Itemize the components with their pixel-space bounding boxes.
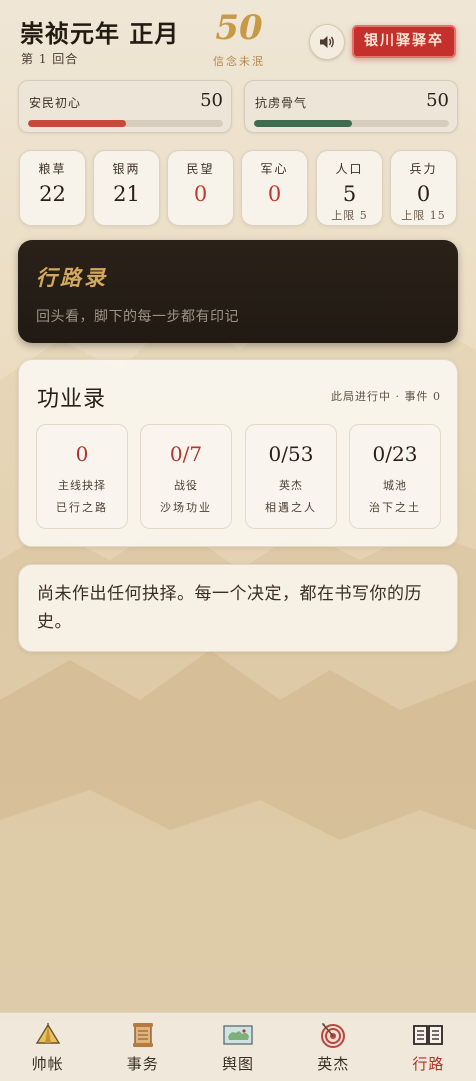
target-icon	[321, 1023, 346, 1048]
meter-resistance: 抗虏骨气 50	[244, 80, 458, 133]
stat-desc: 沙场功业	[160, 501, 212, 514]
meter-track	[28, 120, 223, 127]
meter-fill	[254, 120, 352, 127]
meter-fill	[28, 120, 126, 127]
resource-value: 0	[193, 182, 208, 206]
stat-battles: 0/7 战役 沙场功业	[140, 424, 232, 529]
sound-toggle-button[interactable]	[309, 24, 345, 60]
resource-silver: 银两 21	[93, 150, 160, 226]
resource-limit: 上限 15	[401, 209, 446, 222]
nav-item-command-tent[interactable]: 帅帐	[0, 1013, 95, 1081]
map-icon	[223, 1025, 253, 1045]
journey-header-card: 行路录 回头看，脚下的每一步都有印记	[18, 240, 458, 343]
stat-desc: 相遇之人	[265, 501, 317, 514]
bottom-nav: 帅帐 事务 舆图 英杰 行路	[0, 1012, 476, 1081]
identity-seal-button[interactable]: 银川驿驿卒	[352, 25, 456, 58]
resource-troops: 兵力 0 上限 15	[390, 150, 457, 226]
resource-value: 22	[39, 182, 66, 206]
score-caption: 信念未泯	[213, 55, 265, 68]
journey-subtitle: 回头看，脚下的每一步都有印记	[36, 309, 239, 325]
achievements-card: 功业录 此局进行中 · 事件 0 0 主线抉择 已行之路 0/7 战役 沙场功业…	[18, 359, 458, 547]
resource-limit: 上限 5	[331, 209, 368, 222]
achievements-title: 功业录	[37, 387, 107, 412]
resource-label: 兵力	[409, 162, 438, 176]
resource-popularity: 民望 0	[167, 150, 234, 226]
resource-label: 银两	[112, 162, 141, 176]
stat-value: 0/53	[268, 442, 314, 466]
meter-track	[254, 120, 449, 127]
empty-history-text: 尚未作出任何抉择。每一个决定，都在书写你的历史。	[37, 584, 422, 632]
nav-item-journey[interactable]: 行路	[381, 1013, 476, 1081]
meter-people: 安民初心 50	[18, 80, 232, 133]
resource-label: 粮草	[38, 162, 67, 176]
stat-name: 主线抉择	[58, 479, 106, 492]
resource-grain: 粮草 22	[19, 150, 86, 226]
meter-value: 50	[426, 90, 449, 111]
meter-label: 安民初心	[29, 96, 82, 110]
resource-label: 军心	[260, 162, 289, 176]
meter-label: 抗虏骨气	[255, 96, 308, 110]
nav-label: 行路	[412, 1055, 445, 1073]
nav-item-heroes[interactable]: 英杰	[286, 1013, 381, 1081]
resource-value: 0	[267, 182, 282, 206]
stat-main-choices: 0 主线抉择 已行之路	[36, 424, 128, 529]
resource-value: 0	[416, 182, 431, 206]
stat-desc: 已行之路	[56, 501, 108, 514]
book-icon	[413, 1025, 444, 1045]
game-status: 此局进行中 · 事件 0	[331, 390, 441, 403]
empty-history-card: 尚未作出任何抉择。每一个决定，都在书写你的历史。	[18, 564, 458, 652]
resource-population: 人口 5 上限 5	[316, 150, 383, 226]
resource-value: 21	[113, 182, 140, 206]
stat-name: 战役	[174, 479, 198, 492]
stat-value: 0	[75, 442, 89, 466]
stat-value: 0/7	[169, 442, 203, 466]
stat-name: 英杰	[279, 479, 303, 492]
nav-label: 舆图	[222, 1055, 255, 1073]
stat-heroes: 0/53 英杰 相遇之人	[245, 424, 337, 529]
nav-label: 事务	[126, 1055, 159, 1073]
nav-label: 帅帐	[31, 1055, 64, 1073]
stat-desc: 治下之土	[369, 501, 421, 514]
speaker-icon	[320, 36, 334, 48]
stat-cities: 0/23 城池 治下之土	[349, 424, 441, 529]
era-title: 崇祯元年 正月	[20, 19, 180, 48]
meter-value: 50	[200, 90, 223, 111]
scroll-icon	[132, 1023, 153, 1047]
top-header: 崇祯元年 正月 第 1 回合 50 信念未泯 银川驿驿卒	[0, 0, 476, 76]
stat-name: 城池	[383, 479, 407, 492]
nav-label: 英杰	[317, 1055, 350, 1073]
resource-label: 民望	[186, 162, 215, 176]
resource-value: 5	[342, 182, 357, 206]
stat-value: 0/23	[372, 442, 418, 466]
round-label: 第 1 回合	[21, 52, 79, 66]
resource-morale: 军心 0	[241, 150, 308, 226]
resource-label: 人口	[335, 162, 364, 176]
tent-icon	[35, 1023, 60, 1044]
nav-item-map[interactable]: 舆图	[190, 1013, 285, 1081]
score-value: 50	[215, 8, 263, 48]
journey-title: 行路录	[36, 265, 108, 290]
nav-item-affairs[interactable]: 事务	[95, 1013, 190, 1081]
